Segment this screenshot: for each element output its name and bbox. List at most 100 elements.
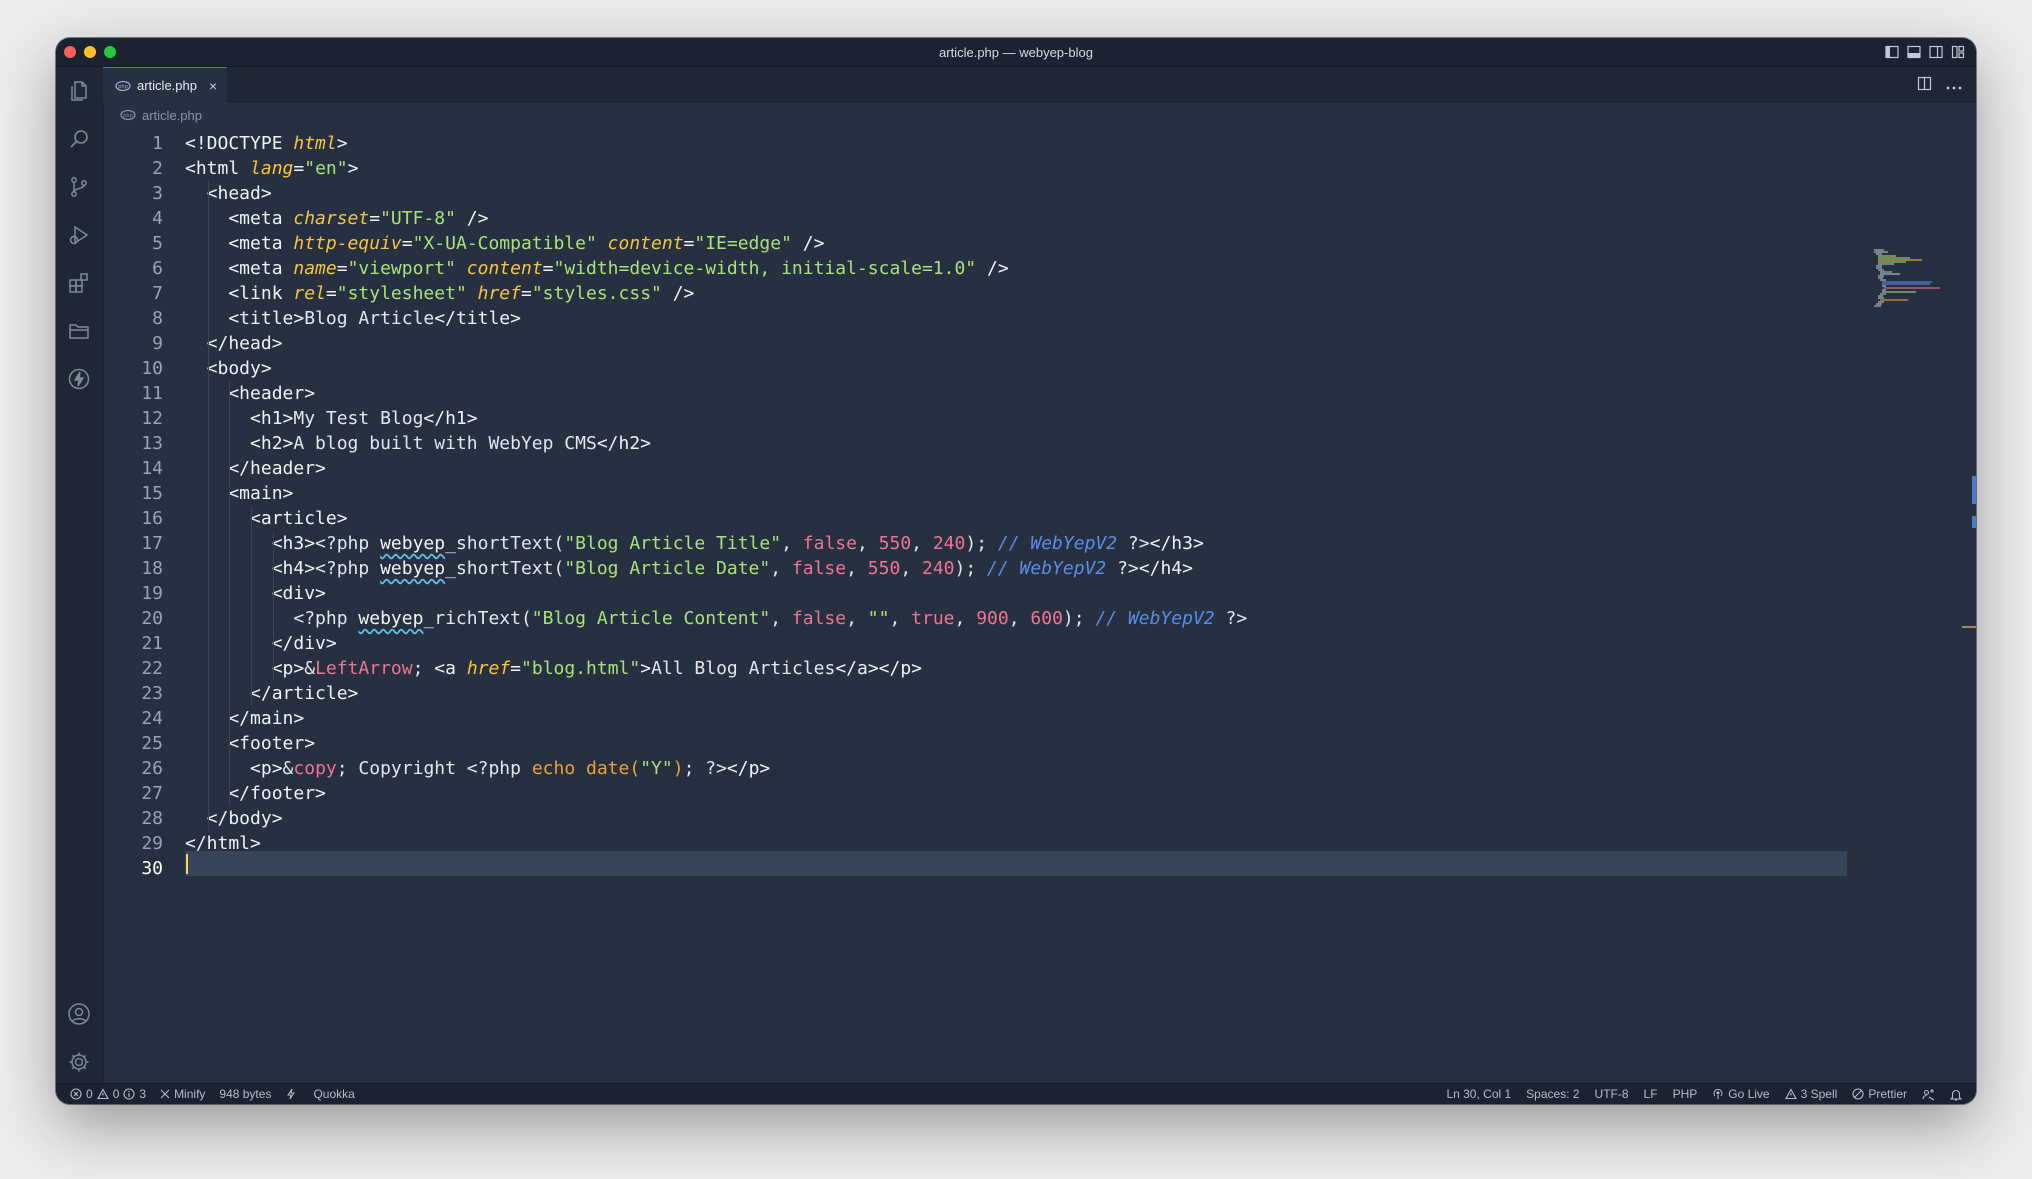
indentation[interactable]: Spaces: 2 bbox=[1526, 1087, 1579, 1101]
files-icon[interactable] bbox=[65, 77, 93, 105]
quokka-button[interactable]: Quokka bbox=[285, 1087, 355, 1101]
code-line[interactable]: <link rel="stylesheet" href="styles.css"… bbox=[185, 281, 694, 306]
code-line[interactable]: </head> bbox=[185, 331, 283, 356]
notifications-bell-icon[interactable] bbox=[1950, 1088, 1962, 1101]
code-token: // WebYepV2 bbox=[997, 533, 1118, 554]
code-line[interactable]: <p>&LeftArrow; <a href="blog.html">All B… bbox=[185, 656, 922, 681]
code-token: <p> bbox=[185, 658, 305, 679]
code-line[interactable]: </body> bbox=[185, 806, 283, 831]
indent-guide bbox=[207, 181, 209, 831]
warning-icon bbox=[96, 1088, 109, 1100]
tab-close-icon[interactable]: × bbox=[209, 78, 217, 94]
tab-article-php[interactable]: php article.php × bbox=[103, 67, 227, 103]
code-token: , bbox=[856, 533, 879, 554]
extensions-icon[interactable] bbox=[65, 269, 93, 297]
more-actions-icon[interactable] bbox=[1946, 77, 1962, 95]
code-line[interactable]: <meta charset="UTF-8" /> bbox=[185, 206, 488, 231]
code-line[interactable]: <?php webyep_richText("Blog Article Cont… bbox=[185, 606, 1247, 631]
code-token: "blog.html" bbox=[521, 658, 641, 679]
code-line[interactable]: <div> bbox=[185, 581, 326, 606]
code-line[interactable]: <h2>A blog built with WebYep CMS</h2> bbox=[185, 431, 651, 456]
code-line[interactable]: <head> bbox=[185, 181, 272, 206]
toggle-primary-sidebar-icon[interactable] bbox=[1884, 44, 1900, 60]
warning-count: 0 bbox=[112, 1087, 120, 1101]
code-token: 900 bbox=[976, 608, 1009, 629]
code-line[interactable]: <article> bbox=[185, 506, 348, 531]
code-token: , bbox=[911, 533, 933, 554]
svg-text:php: php bbox=[118, 84, 128, 90]
code-line[interactable]: <h4><?php webyep_shortText("Blog Article… bbox=[185, 556, 1193, 581]
code-line[interactable]: <main> bbox=[185, 481, 293, 506]
code-line[interactable]: <body> bbox=[185, 356, 272, 381]
code-line[interactable]: </main> bbox=[185, 706, 304, 731]
code-line[interactable]: <meta http-equiv="X-UA-Compatible" conte… bbox=[185, 231, 824, 256]
go-live-button[interactable]: Go Live bbox=[1712, 1087, 1770, 1101]
code-line[interactable]: <html lang="en"> bbox=[185, 156, 358, 181]
code-token: </article> bbox=[185, 683, 359, 704]
vertical-scrollbar[interactable] bbox=[1962, 214, 1976, 1064]
toggle-panel-icon[interactable] bbox=[1906, 44, 1922, 60]
error-count: 0 bbox=[86, 1087, 93, 1101]
split-editor-icon[interactable] bbox=[1917, 76, 1932, 96]
code-line[interactable]: </article> bbox=[185, 681, 358, 706]
line-number: 1 bbox=[152, 133, 163, 154]
end-of-line[interactable]: LF bbox=[1644, 1087, 1658, 1101]
breadcrumb-file[interactable]: article.php bbox=[142, 108, 202, 123]
code-line[interactable]: <footer> bbox=[185, 731, 315, 756]
code-editor[interactable]: 1 2 3 4 5 6 7 8 9 10 11 12 13 14 15 16 17 18 19 20 21 22 23 24 2… bbox=[103, 126, 1976, 1084]
feedback-icon[interactable] bbox=[1922, 1088, 1935, 1101]
line-number: 25 bbox=[141, 733, 163, 754]
code-token: = bbox=[325, 283, 337, 304]
problems-indicator[interactable]: 0 0 3 bbox=[70, 1087, 146, 1101]
broadcast-icon bbox=[1713, 1088, 1723, 1099]
code-line[interactable]: <p>&copy; Copyright <?php echo date("Y")… bbox=[185, 756, 770, 781]
search-icon[interactable] bbox=[65, 125, 93, 153]
code-token: "viewport" bbox=[347, 258, 456, 279]
code-token: "styles.css" bbox=[531, 283, 662, 304]
spell-check-button[interactable]: 3 Spell bbox=[1784, 1087, 1838, 1101]
account-icon[interactable] bbox=[65, 1000, 93, 1028]
code-token: , bbox=[781, 533, 803, 554]
lightning-icon[interactable] bbox=[65, 365, 93, 393]
settings-gear-icon[interactable] bbox=[65, 1048, 93, 1076]
run-debug-icon[interactable] bbox=[65, 221, 93, 249]
code-line[interactable]: <title>Blog Article</title> bbox=[185, 306, 521, 331]
cursor-position[interactable]: Ln 30, Col 1 bbox=[1446, 1087, 1511, 1101]
code-text[interactable]: <!DOCTYPE html> <html lang="en"> <head> <… bbox=[185, 126, 1876, 1084]
source-control-icon[interactable] bbox=[65, 173, 93, 201]
code-token: webyep bbox=[380, 558, 446, 579]
minimap[interactable] bbox=[1874, 248, 1948, 308]
code-token: 550 bbox=[867, 558, 901, 579]
spell-label: 3 Spell bbox=[1800, 1087, 1838, 1101]
code-token: ); bbox=[1062, 608, 1096, 629]
line-number: 23 bbox=[141, 683, 163, 704]
code-token: </header> bbox=[185, 458, 326, 479]
minify-button[interactable]: Minify bbox=[160, 1087, 205, 1101]
code-token: content bbox=[607, 233, 684, 254]
code-token: > bbox=[347, 158, 359, 179]
language-mode[interactable]: PHP bbox=[1673, 1087, 1698, 1101]
code-line[interactable]: <h3><?php webyep_shortText("Blog Article… bbox=[185, 531, 1204, 556]
code-line[interactable]: </header> bbox=[185, 456, 326, 481]
code-token: & bbox=[282, 758, 294, 779]
php-file-icon: php bbox=[120, 109, 136, 121]
folder-icon[interactable] bbox=[65, 317, 93, 345]
code-token: "Blog Article Content" bbox=[531, 608, 771, 629]
toggle-secondary-sidebar-icon[interactable] bbox=[1928, 44, 1944, 60]
line-number: 18 bbox=[141, 558, 163, 579]
code-line[interactable]: <header> bbox=[185, 381, 315, 406]
code-token: href bbox=[466, 658, 511, 679]
prettier-button[interactable]: Prettier bbox=[1852, 1087, 1907, 1101]
code-line[interactable]: <!DOCTYPE html> bbox=[185, 131, 348, 156]
code-token: "X-UA-Compatible" bbox=[412, 233, 597, 254]
code-token: = bbox=[520, 283, 532, 304]
code-line[interactable]: <meta name="viewport" content="width=dev… bbox=[185, 256, 1008, 281]
code-token: </h4> bbox=[1138, 558, 1193, 579]
customize-layout-icon[interactable] bbox=[1950, 44, 1966, 60]
code-line[interactable]: </footer> bbox=[185, 781, 326, 806]
code-token: webyep bbox=[358, 608, 424, 629]
code-line[interactable]: </html> bbox=[185, 831, 261, 856]
line-number: 8 bbox=[152, 308, 163, 329]
encoding[interactable]: UTF-8 bbox=[1595, 1087, 1629, 1101]
breadcrumb[interactable]: php article.php bbox=[120, 104, 202, 126]
